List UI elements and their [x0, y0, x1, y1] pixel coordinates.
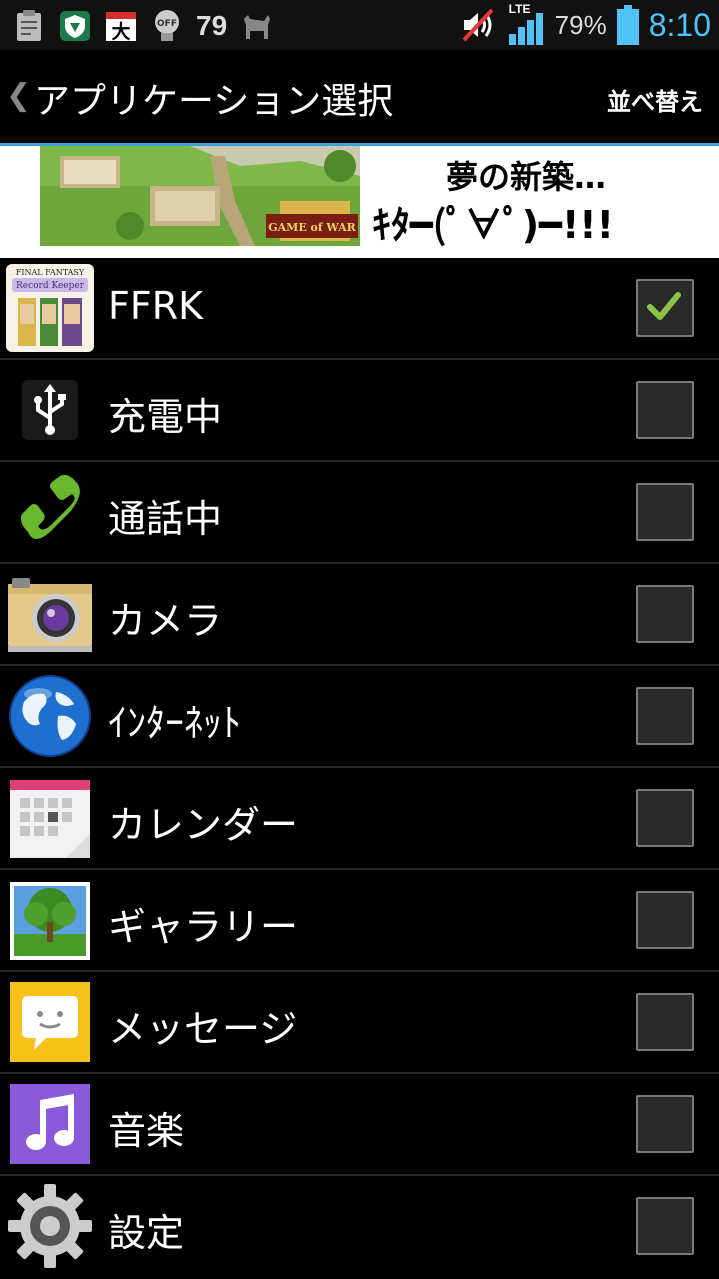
clipboard-icon	[12, 9, 46, 43]
list-item[interactable]: メッセージ	[0, 972, 719, 1074]
status-bar: 大 OFF 79 LTE 79% 8:10	[0, 0, 719, 50]
list-item[interactable]: 通話中	[0, 462, 719, 564]
back-chevron-icon[interactable]: ❮	[6, 78, 31, 113]
shield-icon	[58, 9, 92, 43]
svg-text:OFF: OFF	[157, 19, 177, 29]
list-item[interactable]: 設定	[0, 1176, 719, 1276]
off-badge-icon: OFF	[150, 9, 184, 43]
app-checkbox[interactable]	[636, 993, 694, 1051]
animal-icon	[239, 9, 273, 43]
app-label: ｲﾝﾀｰﾈｯﾄ	[108, 701, 242, 745]
app-label: カレンダー	[108, 803, 299, 847]
app-checkbox[interactable]	[636, 585, 694, 643]
svg-text:大: 大	[111, 20, 130, 42]
app-checkbox[interactable]	[636, 1197, 694, 1255]
app-label: メッセージ	[108, 1007, 298, 1051]
notification-count: 79	[196, 10, 228, 41]
music-icon	[6, 1080, 94, 1168]
app-label: 通話中	[108, 497, 223, 541]
check-icon	[647, 292, 681, 320]
battery-icon	[615, 5, 641, 45]
app-checkbox[interactable]	[636, 891, 694, 949]
app-list: FINAL FANTASY Record Keeper FFRK 充電中 通話中…	[0, 258, 719, 1276]
mute-icon	[459, 8, 499, 42]
list-item[interactable]: 音楽	[0, 1074, 719, 1176]
list-item[interactable]: ｲﾝﾀｰﾈｯﾄ	[0, 666, 719, 768]
app-label: ギャラリー	[108, 905, 299, 949]
signal-lte-icon: LTE	[507, 2, 547, 46]
app-label: 設定	[108, 1211, 185, 1255]
svg-text:GAME of WAR: GAME of WAR	[268, 221, 356, 234]
banner-subline: ｷﾀ━(ﾟ∀ﾟ)━!!!	[372, 203, 614, 247]
list-item[interactable]: 充電中	[0, 360, 719, 462]
app-checkbox[interactable]	[636, 381, 694, 439]
app-checkbox[interactable]	[636, 687, 694, 745]
message-icon	[6, 978, 94, 1066]
usb-icon	[6, 366, 94, 454]
app-label: カメラ	[108, 599, 223, 643]
action-bar: ❮ アプリケーション選択 並べ替え	[0, 50, 719, 146]
calendar-icon	[6, 774, 94, 862]
app-checkbox[interactable]	[636, 789, 694, 847]
globe-icon	[6, 672, 94, 760]
list-item[interactable]: カレンダー	[0, 768, 719, 870]
ffrk-icon: FINAL FANTASY Record Keeper	[6, 264, 94, 352]
banner-headline: 夢の新築…	[446, 158, 607, 196]
banner-game-image: GAME of WAR	[40, 146, 360, 246]
app-label: FFRK	[108, 284, 204, 328]
calendar-day-icon: 大	[104, 9, 138, 43]
settings-icon	[6, 1182, 94, 1270]
camera-icon	[6, 570, 94, 658]
app-checkbox[interactable]	[636, 279, 694, 337]
app-label: 音楽	[108, 1109, 185, 1153]
phone-icon	[6, 468, 94, 556]
ad-banner[interactable]: GAME of WAR 夢の新築… ｷﾀ━(ﾟ∀ﾟ)━!!!	[0, 146, 719, 258]
app-label: 充電中	[108, 395, 223, 439]
svg-text:FINAL FANTASY: FINAL FANTASY	[16, 268, 85, 277]
page-title[interactable]: アプリケーション選択	[34, 72, 393, 124]
app-checkbox[interactable]	[636, 1095, 694, 1153]
gallery-icon	[6, 876, 94, 964]
clock: 8:10	[648, 6, 711, 43]
list-item[interactable]: カメラ	[0, 564, 719, 666]
list-item[interactable]: FINAL FANTASY Record Keeper FFRK	[0, 258, 719, 360]
app-checkbox[interactable]	[636, 483, 694, 541]
battery-percent: 79%	[554, 9, 607, 40]
svg-text:Record Keeper: Record Keeper	[16, 281, 85, 291]
list-item[interactable]: ギャラリー	[0, 870, 719, 972]
sort-button[interactable]: 並べ替え	[607, 82, 703, 117]
